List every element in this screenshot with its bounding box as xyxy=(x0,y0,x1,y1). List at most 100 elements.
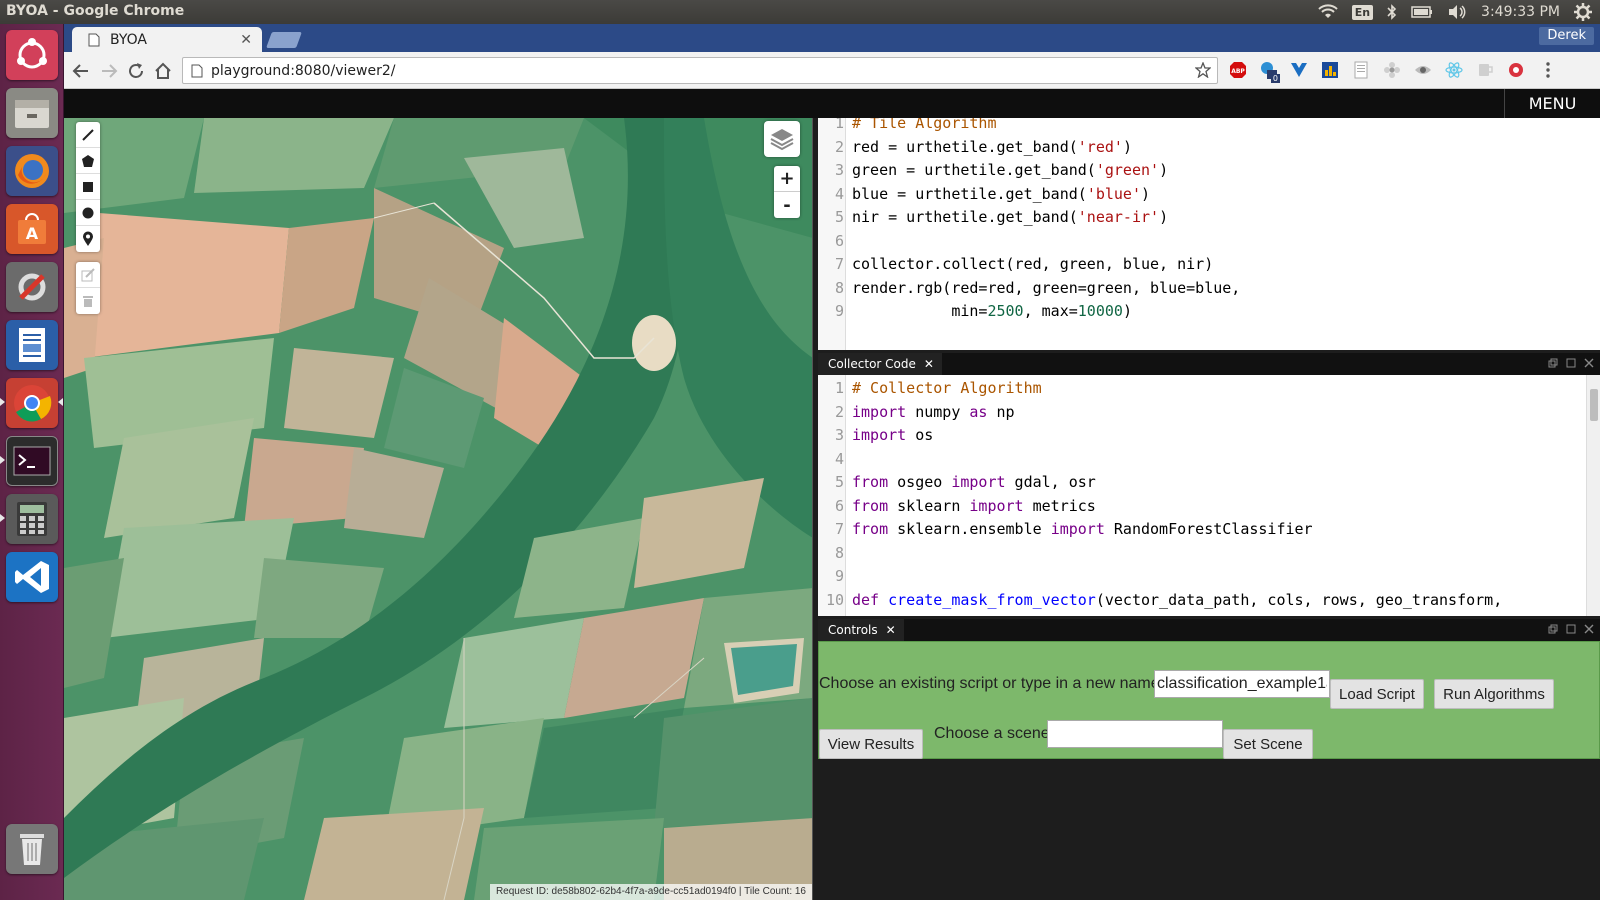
code-line[interactable]: 4 xyxy=(818,448,1600,471)
adblock-plus-icon[interactable]: ABP xyxy=(1229,61,1247,79)
tab-controls[interactable]: Controls ✕ xyxy=(818,619,904,641)
system-settings-icon[interactable] xyxy=(6,262,58,312)
terminal-icon[interactable] xyxy=(6,436,58,486)
code-line[interactable]: 4 blue = urthetile.get_band('blue') xyxy=(818,183,1600,206)
tab-byoa[interactable]: BYOA ✕ xyxy=(72,27,262,53)
profile-button[interactable]: Derek xyxy=(1539,27,1594,45)
code-line[interactable]: 7 from sklearn.ensemble import RandomFore… xyxy=(818,518,1600,541)
code-line[interactable]: 7 collector.collect(red, green, blue, nir… xyxy=(818,253,1600,276)
map-view[interactable]: + - Request ID: de58b802-62b4-4f7a-a9de-… xyxy=(64,118,813,900)
maximize-icon[interactable] xyxy=(1566,623,1576,637)
clock[interactable]: 3:49:33 PM xyxy=(1481,4,1560,20)
scene-input[interactable] xyxy=(1047,720,1223,748)
software-center-icon[interactable]: A xyxy=(6,204,58,254)
line-number: 3 xyxy=(834,161,844,179)
battery-icon[interactable] xyxy=(1411,5,1433,19)
chrome-menu-icon[interactable] xyxy=(1539,61,1557,79)
code-line[interactable]: 2 red = urthetile.get_band('red') xyxy=(818,136,1600,159)
reload-button[interactable] xyxy=(125,60,147,82)
close-panel-icon[interactable]: ✕ xyxy=(924,357,934,371)
code-line[interactable]: 8 xyxy=(818,542,1600,565)
line-number: 7 xyxy=(834,255,844,273)
popout-icon[interactable] xyxy=(1548,623,1558,637)
close-tab-icon[interactable]: ✕ xyxy=(240,32,252,48)
calculator-icon[interactable] xyxy=(6,494,58,544)
popout-icon[interactable] xyxy=(1548,357,1558,371)
maximize-icon[interactable] xyxy=(1566,357,1576,371)
trash-icon[interactable] xyxy=(6,824,58,874)
code-line[interactable]: 2 import numpy as np xyxy=(818,401,1600,424)
tile-algorithm-editor[interactable]: 1 # Tile Algorithm 2 red = urthetile.get_ba… xyxy=(818,118,1600,350)
forward-button[interactable] xyxy=(98,60,120,82)
code-line[interactable]: 8 render.rgb(red=red, green=green, blue=b… xyxy=(818,277,1600,300)
close-icon[interactable] xyxy=(1584,357,1594,371)
analytics-extension-icon[interactable] xyxy=(1321,61,1339,79)
zoom-out-button[interactable]: - xyxy=(774,192,800,218)
draw-marker-tool[interactable] xyxy=(76,226,100,252)
gear-extension-icon[interactable] xyxy=(1507,61,1525,79)
scrollbar-thumb[interactable] xyxy=(1590,389,1598,421)
script-name-input[interactable] xyxy=(1154,670,1330,698)
code-line[interactable]: 10 def create_mask_from_vector(vector_dat… xyxy=(818,589,1600,612)
extension-badge-icon[interactable]: 0 xyxy=(1259,61,1280,83)
writer-document-icon[interactable] xyxy=(6,320,58,370)
vue-devtools-icon[interactable] xyxy=(1290,61,1308,79)
eye-extension-icon[interactable] xyxy=(1414,61,1432,79)
draw-polyline-tool[interactable] xyxy=(76,122,100,148)
code-line[interactable]: 5 from osgeo import gdal, osr xyxy=(818,471,1600,494)
code-line[interactable]: 6 xyxy=(818,230,1600,253)
code-line[interactable]: 1 # Collector Algorithm xyxy=(818,377,1600,400)
delete-layers-tool[interactable] xyxy=(76,288,100,314)
home-button[interactable] xyxy=(152,60,174,82)
chrome-icon[interactable] xyxy=(6,378,58,428)
flower-extension-icon[interactable] xyxy=(1383,61,1401,79)
set-scene-button[interactable]: Set Scene xyxy=(1223,729,1313,759)
svg-text:A: A xyxy=(26,224,39,243)
address-bar[interactable]: playground:8080/viewer2/ xyxy=(182,57,1218,84)
code-line[interactable]: 5 nir = urthetile.get_band('near-ir') xyxy=(818,206,1600,229)
collector-panel-title: Collector Code xyxy=(828,357,916,371)
new-tab-button[interactable] xyxy=(266,32,302,48)
editor-scrollbar[interactable] xyxy=(1586,375,1600,616)
code-line[interactable]: 3 green = urthetile.get_band('green') xyxy=(818,159,1600,182)
document-extension-icon[interactable] xyxy=(1352,61,1370,79)
close-icon[interactable] xyxy=(1584,623,1594,637)
edit-layers-tool[interactable] xyxy=(76,262,100,288)
code-text: red = urthetile.get_band('red') xyxy=(852,137,1132,156)
cup-extension-icon[interactable] xyxy=(1476,61,1494,79)
close-panel-icon[interactable]: ✕ xyxy=(886,623,896,637)
code-text: nir = urthetile.get_band('near-ir') xyxy=(852,208,1169,226)
zoom-in-button[interactable]: + xyxy=(774,166,800,192)
wifi-icon[interactable] xyxy=(1317,4,1338,20)
vscode-icon[interactable] xyxy=(6,552,58,602)
draw-polygon-tool[interactable] xyxy=(76,148,100,174)
draw-rectangle-tool[interactable] xyxy=(76,174,100,200)
bluetooth-icon[interactable] xyxy=(1387,4,1397,20)
code-line[interactable]: 1 # Tile Algorithm xyxy=(818,118,1600,135)
run-algorithms-button[interactable]: Run Algorithms xyxy=(1434,679,1554,709)
keyboard-layout-indicator[interactable]: En xyxy=(1351,4,1374,20)
files-icon[interactable] xyxy=(6,88,58,138)
load-script-button[interactable]: Load Script xyxy=(1330,679,1424,709)
settings-gear-icon[interactable] xyxy=(1574,3,1592,21)
bookmark-star-icon[interactable] xyxy=(1194,61,1212,82)
menu-button[interactable]: MENU xyxy=(1504,89,1600,118)
layer-switcher-button[interactable] xyxy=(764,121,800,157)
firefox-icon[interactable] xyxy=(6,146,58,196)
tab-collector-code[interactable]: Collector Code ✕ xyxy=(818,353,942,375)
ubuntu-dash-icon[interactable] xyxy=(6,30,58,80)
code-text: collector.collect(red, green, blue, nir) xyxy=(852,255,1214,273)
code-line[interactable]: 9 min=2500, max=10000) xyxy=(818,300,1600,323)
volume-icon[interactable] xyxy=(1447,4,1467,20)
code-line[interactable]: 9 xyxy=(818,565,1600,588)
line-number: 6 xyxy=(834,231,844,250)
code-line[interactable]: 3 import os xyxy=(818,424,1600,447)
view-results-button[interactable]: View Results xyxy=(819,729,923,759)
draw-circle-tool[interactable] xyxy=(76,200,100,226)
app-header: MENU xyxy=(64,89,1600,118)
collector-code-editor[interactable]: 1 # Collector Algorithm 2 import numpy as n… xyxy=(818,375,1600,616)
code-line[interactable]: 6 from sklearn import metrics xyxy=(818,495,1600,518)
edit-icon xyxy=(81,267,95,281)
back-button[interactable] xyxy=(70,60,92,82)
react-devtools-icon[interactable] xyxy=(1445,61,1463,79)
